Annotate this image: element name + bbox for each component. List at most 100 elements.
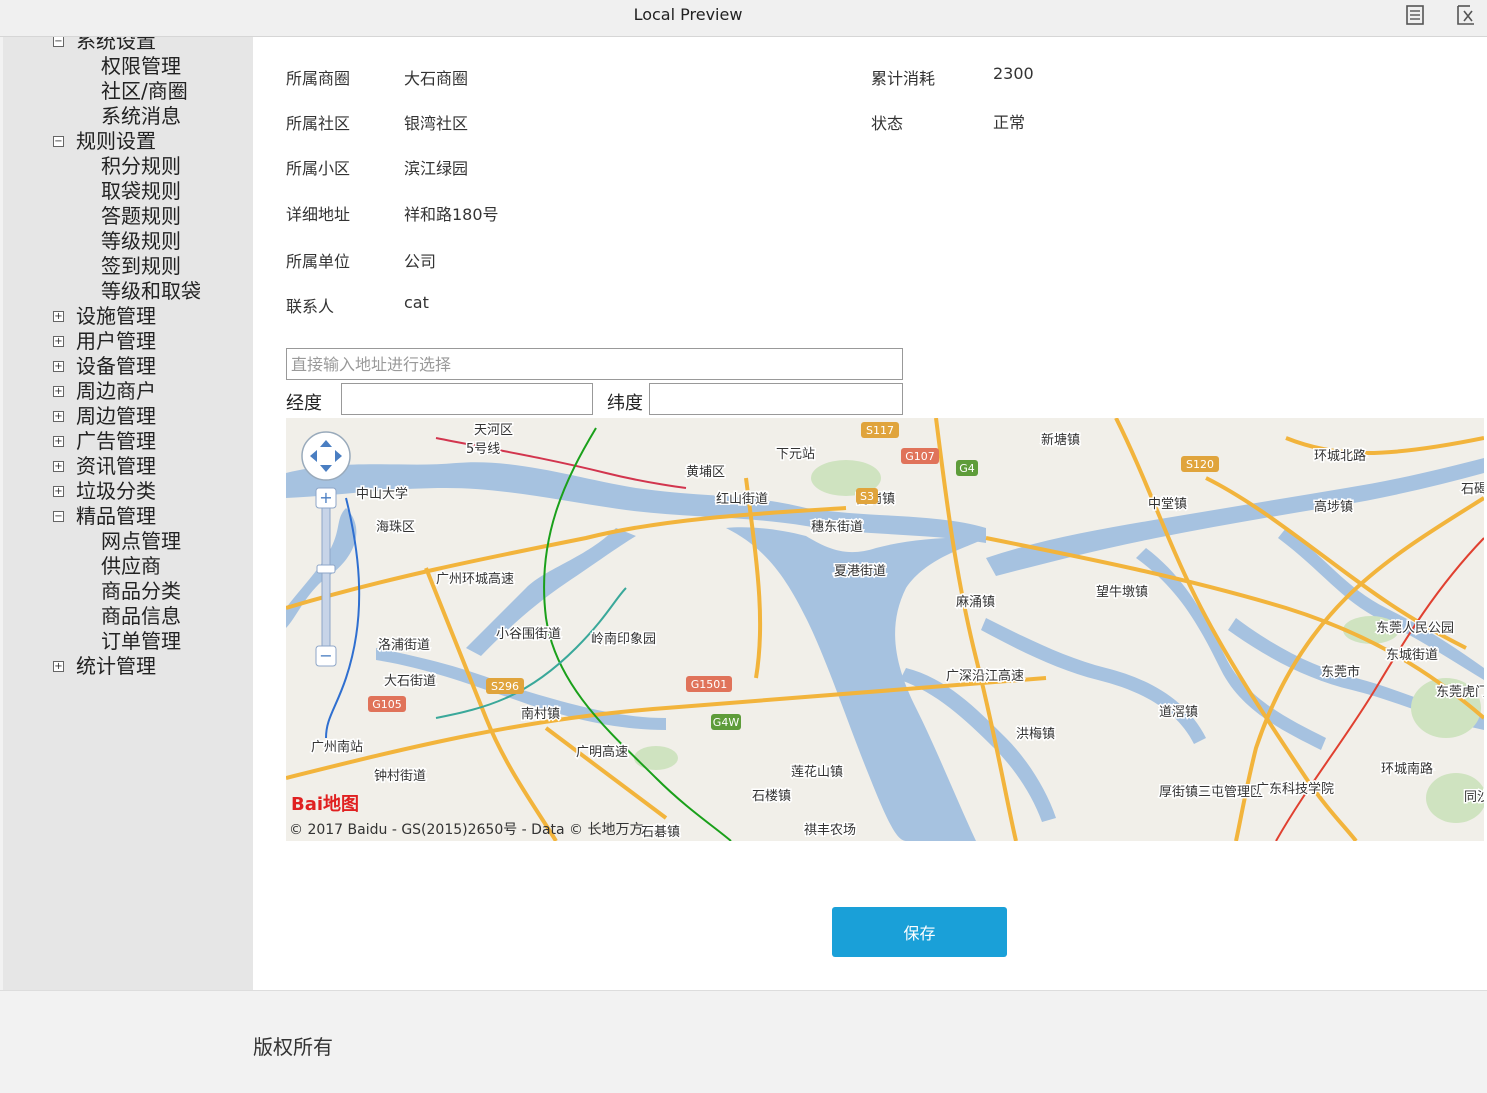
map-place-label: 望牛墩镇 (1096, 584, 1148, 600)
baidu-map[interactable]: + − 天河区5号线黄埔区下元站中山大学海珠区红山街道穗东街道南岗镇新塘镇中堂镇… (286, 418, 1484, 841)
expand-icon[interactable]: + (53, 386, 64, 397)
sidebar-subitem[interactable]: 供应商 (3, 554, 253, 579)
sidebar-group[interactable]: − 精品管理 (3, 504, 253, 529)
sidebar-subitem[interactable]: 等级规则 (3, 229, 253, 254)
field-label: 累计消耗 (871, 69, 936, 88)
field-label: 状态 (871, 114, 904, 133)
document-icon[interactable] (1404, 4, 1426, 26)
map-place-label: 广明高速 (576, 744, 628, 760)
sidebar-group-label: 系统设置 (76, 37, 156, 53)
sidebar-group[interactable]: + 设施管理 (3, 304, 253, 329)
map-place-label: 中堂镇 (1148, 497, 1187, 512)
map-place-label: 南村镇 (521, 706, 560, 722)
map-place-label: 高埗镇 (1314, 499, 1353, 515)
sidebar-group[interactable]: + 资讯管理 (3, 454, 253, 479)
field-label: 所属商圈 (286, 69, 351, 88)
expand-icon[interactable]: + (53, 411, 64, 422)
map-place-label: 大石街道 (384, 674, 436, 689)
baidu-logo: Bai地图 (291, 793, 359, 815)
sidebar-subitem[interactable]: 订单管理 (3, 629, 253, 654)
collapse-icon[interactable]: − (53, 511, 64, 522)
expand-icon[interactable]: + (53, 336, 64, 347)
sidebar-group[interactable]: − 规则设置 (3, 129, 253, 154)
map-place-label: 东城街道 (1386, 648, 1438, 663)
map-place-label: 环城北路 (1314, 448, 1366, 464)
sidebar-group-label: 用户管理 (76, 329, 156, 353)
map-place-label: 石碣 (1461, 482, 1484, 497)
expand-icon[interactable]: + (53, 436, 64, 447)
close-window-icon[interactable] (1455, 4, 1477, 26)
expand-icon[interactable]: + (53, 486, 64, 497)
map-place-label: 夏港街道 (834, 564, 886, 579)
longitude-label: 经度 (286, 393, 322, 414)
sidebar-group-label: 设备管理 (76, 354, 156, 378)
sidebar-nav: − 系统设置 权限管理 社区/商圈 系统消息 − 规则设置 积分规则 取袋规则 答题规则 等级规则签… (3, 37, 253, 679)
sidebar-subitem[interactable]: 积分规则 (3, 154, 253, 179)
sidebar-group-label: 周边商户 (76, 379, 156, 403)
sidebar-group[interactable]: + 周边商户 (3, 379, 253, 404)
map-place-label: 道滘镇 (1159, 705, 1198, 720)
sidebar-subitem[interactable]: 答题规则 (3, 204, 253, 229)
sidebar-group[interactable]: + 垃圾分类 (3, 479, 253, 504)
map-copyright: © 2017 Baidu - GS(2015)2650号 - Data © 长地… (289, 822, 644, 838)
sidebar-group[interactable]: − 系统设置 (3, 37, 253, 54)
sidebar-subitem[interactable]: 网点管理 (3, 529, 253, 554)
field-value: 滨江绿园 (404, 159, 469, 178)
map-place-label: 洪梅镇 (1016, 727, 1055, 742)
map-place-label: 5号线 (466, 442, 500, 457)
svg-text:+: + (319, 488, 332, 507)
map-place-label: 麻涌镇 (956, 595, 995, 610)
main-panel: 所属商圈 大石商圈 所属社区 银湾社区 所属小区 滨江绿园 详细地址 祥和路180号 所属单位 公… (253, 37, 1487, 990)
map-place-label: 洛浦街道 (378, 638, 430, 653)
sidebar-group-label: 资讯管理 (76, 454, 156, 478)
expand-icon[interactable]: + (53, 461, 64, 472)
sidebar-group[interactable]: + 广告管理 (3, 429, 253, 454)
map-place-label: 岭南印象园 (591, 631, 656, 647)
sidebar-subitem[interactable]: 取袋规则 (3, 179, 253, 204)
collapse-icon[interactable]: − (53, 136, 64, 147)
map-pan-control[interactable] (301, 431, 351, 481)
map-place-label: 石楼镇 (752, 789, 791, 804)
sidebar-subitem[interactable]: 商品分类 (3, 579, 253, 604)
field-label: 联系人 (286, 297, 335, 316)
map-place-label: 莲花山镇 (791, 764, 843, 780)
field-label: 所属小区 (286, 159, 351, 178)
sidebar-group[interactable]: + 用户管理 (3, 329, 253, 354)
sidebar-subitem[interactable]: 商品信息 (3, 604, 253, 629)
map-place-label: 广深沿江高速 (946, 668, 1024, 684)
latitude-label: 纬度 (607, 393, 643, 414)
expand-icon[interactable]: + (53, 361, 64, 372)
expand-icon[interactable]: + (53, 661, 64, 672)
collapse-icon[interactable]: − (53, 37, 64, 47)
sidebar-group[interactable]: + 周边管理 (3, 404, 253, 429)
map-place-label: 天河区 (474, 423, 513, 438)
sidebar-group[interactable]: + 设备管理 (3, 354, 253, 379)
copyright-text: 版权所有 (253, 1035, 333, 1059)
map-place-label: 东莞人民公园 (1376, 621, 1454, 636)
highway-shield-label: S296 (491, 680, 519, 693)
latitude-input[interactable] (649, 383, 903, 415)
expand-icon[interactable]: + (53, 311, 64, 322)
sidebar-subitem[interactable]: 等级和取袋 (3, 279, 253, 304)
window-title: Local Preview (633, 5, 743, 24)
longitude-input[interactable] (341, 383, 593, 415)
sidebar-group[interactable]: + 统计管理 (3, 654, 253, 679)
field-value: 祥和路180号 (404, 205, 499, 224)
map-place-label: 同沙 (1464, 790, 1484, 805)
sidebar-subitem[interactable]: 签到规则 (3, 254, 253, 279)
map-place-label: 环城南路 (1381, 761, 1433, 777)
map-canvas[interactable]: + − 天河区5号线黄埔区下元站中山大学海珠区红山街道穗东街道南岗镇新塘镇中堂镇… (286, 418, 1484, 841)
sidebar-group-label: 精品管理 (76, 504, 156, 528)
footer: 版权所有 (0, 990, 1487, 1093)
sidebar-subitem[interactable]: 权限管理 (3, 54, 253, 79)
sidebar-subitem[interactable]: 系统消息 (3, 104, 253, 129)
highway-shield-label: G107 (905, 450, 935, 463)
address-search-input[interactable] (286, 348, 903, 380)
map-place-label: 穗东街道 (811, 520, 863, 535)
sidebar-group-label: 统计管理 (76, 654, 156, 678)
map-place-label: 下元站 (776, 447, 815, 462)
field-value: 公司 (404, 252, 437, 271)
sidebar-subitem[interactable]: 社区/商圈 (3, 79, 253, 104)
save-button[interactable]: 保存 (832, 907, 1007, 957)
sidebar-group-label: 广告管理 (76, 429, 156, 453)
